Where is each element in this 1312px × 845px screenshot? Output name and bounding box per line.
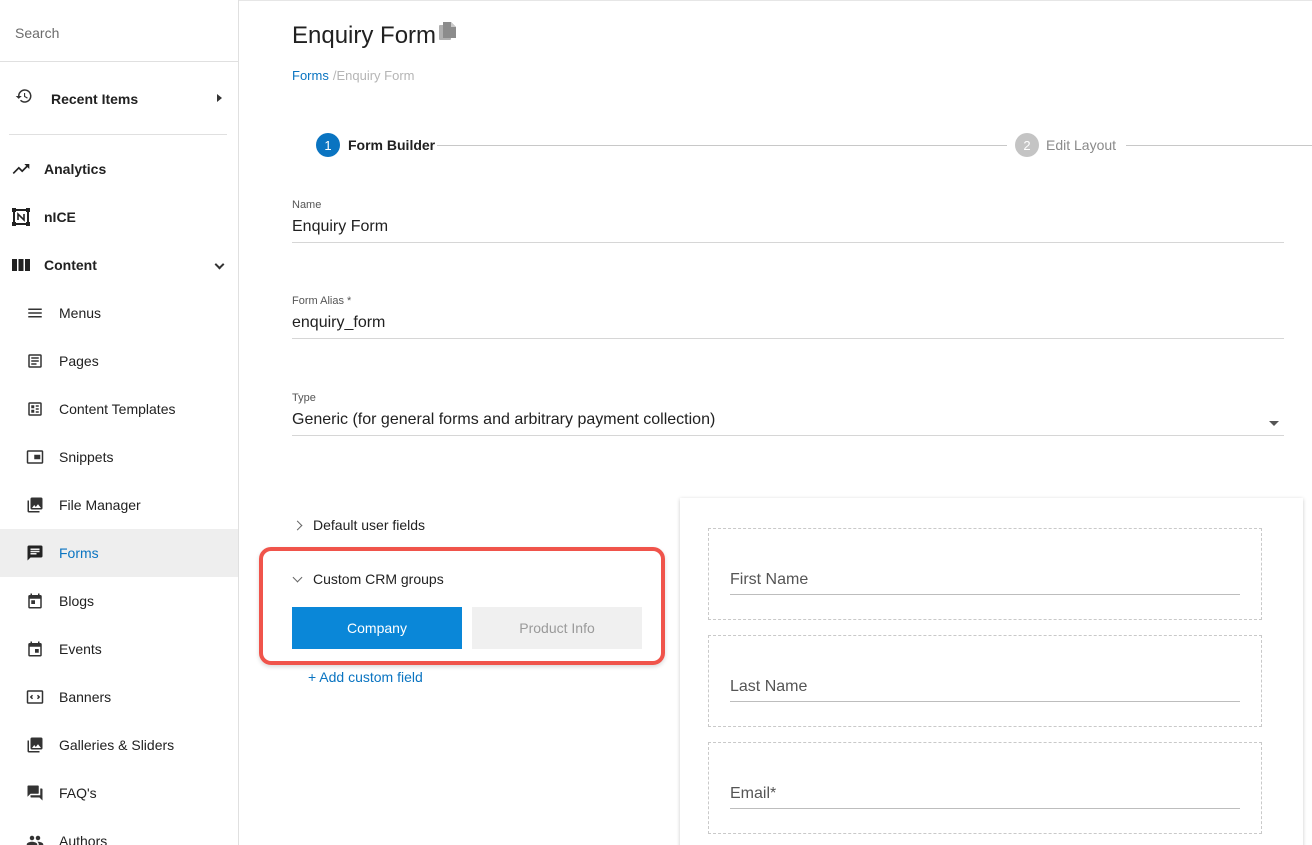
page-icon [25, 351, 45, 371]
sidebar-item-analytics[interactable]: Analytics [0, 145, 238, 193]
chevron-right-icon [292, 520, 303, 530]
default-user-fields-toggle[interactable]: Default user fields [292, 517, 425, 533]
template-icon [25, 399, 45, 419]
preview-field-label: Last Name [730, 678, 808, 695]
step-number: 1 [316, 133, 340, 157]
sidebar-item-faqs[interactable]: FAQ's [0, 769, 238, 817]
search-input[interactable] [15, 20, 215, 41]
menu-icon [25, 303, 45, 323]
chevron-down-icon [214, 259, 225, 270]
sidebar-item-label: Banners [59, 689, 112, 705]
sidebar-item-label: Blogs [59, 593, 95, 609]
preview-field-last-name[interactable]: Last Name [708, 635, 1262, 727]
form-alias-label: Form Alias * [292, 295, 352, 307]
sidebar-item-pages[interactable]: Pages [0, 337, 238, 385]
trending-up-icon [11, 159, 31, 179]
step-connector [1126, 145, 1312, 146]
sidebar-item-forms[interactable]: Forms [0, 529, 238, 577]
sidebar-item-label: Authors [59, 833, 108, 845]
gallery-icon [25, 735, 45, 755]
sidebar-item-label: Galleries & Sliders [59, 737, 175, 753]
stepper: 1 Form Builder 2 Edit Layout [316, 133, 1312, 157]
form-alias-value[interactable]: enquiry_form [292, 314, 1284, 338]
custom-crm-groups-toggle[interactable]: Custom CRM groups [292, 571, 444, 587]
columns-icon [11, 255, 31, 275]
sidebar: Recent Items Analytics nICE Content Menu… [0, 0, 239, 845]
type-label: Type [292, 392, 316, 404]
name-field-label: Name [292, 199, 322, 211]
sidebar-item-banners[interactable]: Banners [0, 673, 238, 721]
file-manager-icon [25, 495, 45, 515]
breadcrumb-current: Enquiry Form [336, 68, 415, 83]
custom-crm-groups-label: Custom CRM groups [313, 571, 444, 587]
event-icon [25, 639, 45, 659]
main-content: Enquiry Form Forms/Enquiry Form 1 Form B… [239, 0, 1312, 845]
sidebar-item-label: Content [44, 257, 97, 273]
preview-field-underline [730, 594, 1240, 595]
step-number: 2 [1015, 133, 1039, 157]
sidebar-item-nice[interactable]: nICE [0, 193, 238, 241]
sidebar-item-authors[interactable]: Authors [0, 817, 238, 845]
chevron-down-icon [292, 572, 303, 582]
preview-field-label: First Name [730, 571, 809, 588]
name-field[interactable]: Name Enquiry Form [292, 199, 1284, 243]
preview-field-underline [730, 808, 1240, 809]
breadcrumb: Forms/Enquiry Form [292, 68, 415, 83]
banner-icon [25, 687, 45, 707]
sidebar-item-label: Forms [59, 545, 99, 561]
sidebar-item-snippets[interactable]: Snippets [0, 433, 238, 481]
blog-icon [25, 591, 45, 611]
sidebar-item-label: Snippets [59, 449, 114, 465]
step-label: Edit Layout [1046, 137, 1117, 153]
sidebar-item-label: Menus [59, 305, 102, 321]
step-connector [437, 145, 1007, 146]
product-info-group-button[interactable]: Product Info [472, 607, 642, 649]
authors-icon [25, 831, 45, 845]
sidebar-item-events[interactable]: Events [0, 625, 238, 673]
chevron-right-icon [217, 94, 222, 102]
sidebar-item-menus[interactable]: Menus [0, 289, 238, 337]
forms-icon [25, 543, 45, 563]
preview-field-label: Email* [730, 785, 777, 802]
sidebar-item-content[interactable]: Content [0, 241, 238, 289]
sidebar-item-label: Pages [59, 353, 99, 369]
add-custom-field-link[interactable]: + Add custom field [308, 669, 423, 685]
form-preview-panel: First Name Last Name Email* [680, 498, 1303, 845]
sidebar-item-label: Events [59, 641, 102, 657]
sidebar-search [0, 0, 238, 62]
step-label: Form Builder [348, 137, 436, 153]
sidebar-item-label: Content Templates [59, 401, 176, 417]
history-icon [15, 87, 33, 110]
nice-icon [11, 207, 31, 227]
recent-items-label: Recent Items [51, 90, 139, 107]
copy-icon[interactable] [438, 20, 458, 49]
preview-field-underline [730, 701, 1240, 702]
company-group-button[interactable]: Company [292, 607, 462, 649]
page-title-text: Enquiry Form [292, 22, 437, 49]
page-title: Enquiry Form [292, 20, 458, 50]
divider [239, 0, 1312, 1]
sidebar-item-content-templates[interactable]: Content Templates [0, 385, 238, 433]
preview-field-email[interactable]: Email* [708, 742, 1262, 834]
snippet-icon [25, 447, 45, 467]
divider [9, 134, 227, 135]
sidebar-item-galleries[interactable]: Galleries & Sliders [0, 721, 238, 769]
recent-items[interactable]: Recent Items [0, 62, 238, 135]
sidebar-item-blogs[interactable]: Blogs [0, 577, 238, 625]
form-alias-field[interactable]: Form Alias * enquiry_form [292, 295, 1284, 339]
type-value[interactable]: Generic (for general forms and arbitrary… [292, 411, 1284, 435]
sidebar-item-label: Analytics [44, 161, 107, 177]
dropdown-arrow-icon[interactable] [1269, 421, 1279, 426]
sidebar-item-file-manager[interactable]: File Manager [0, 481, 238, 529]
name-field-value[interactable]: Enquiry Form [292, 218, 1284, 242]
type-select[interactable]: Type Generic (for general forms and arbi… [292, 392, 1284, 436]
breadcrumb-forms-link[interactable]: Forms [292, 68, 329, 83]
preview-field-first-name[interactable]: First Name [708, 528, 1262, 620]
sidebar-item-label: FAQ's [59, 785, 97, 801]
default-user-fields-label: Default user fields [313, 517, 426, 533]
faq-icon [25, 783, 45, 803]
sidebar-item-label: nICE [44, 209, 76, 225]
sidebar-item-label: File Manager [59, 497, 141, 513]
